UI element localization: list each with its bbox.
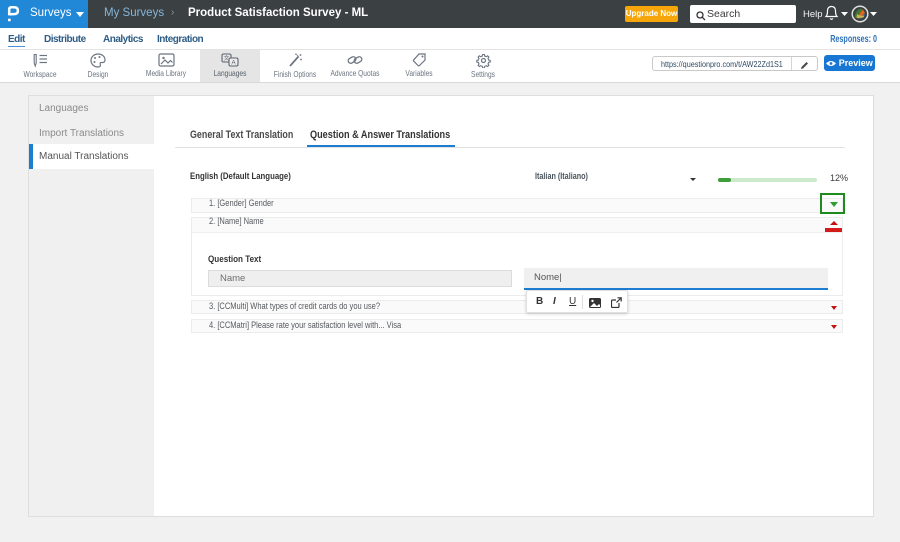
svg-text:A: A — [231, 60, 236, 67]
